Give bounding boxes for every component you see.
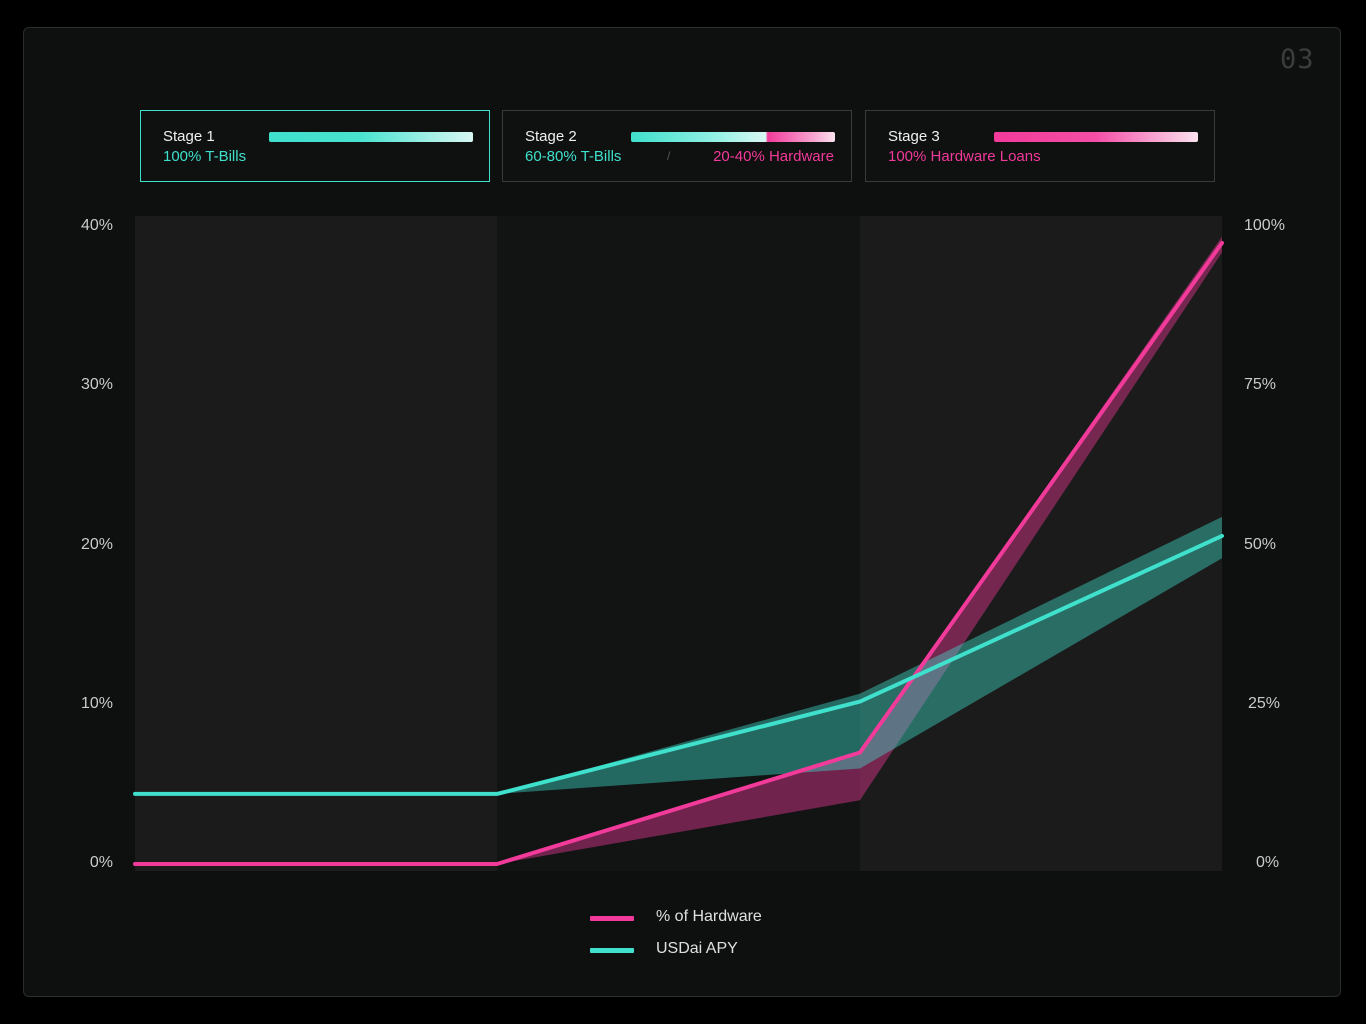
- right-axis-tick: 25%: [1248, 695, 1281, 712]
- right-axis-tick: 0%: [1256, 854, 1280, 871]
- left-axis-tick: 40%: [80, 217, 113, 234]
- left-axis-tick: 30%: [80, 376, 113, 393]
- right-axis-tick: 75%: [1244, 376, 1277, 393]
- legend-label-hardware: % of Hardware: [656, 908, 762, 925]
- legend-label-apy: USDai APY: [656, 940, 738, 957]
- stage-shading-1: [135, 216, 497, 871]
- yield-chart: [133, 216, 1224, 871]
- left-axis-tick: 20%: [80, 536, 113, 553]
- right-axis-tick: 100%: [1244, 217, 1285, 234]
- left-axis-tick: 0%: [89, 854, 113, 871]
- right-axis-tick: 50%: [1244, 536, 1277, 553]
- left-axis-tick: 10%: [80, 695, 113, 712]
- legend-swatch-apy: [590, 948, 634, 953]
- legend-swatch-hardware: [590, 916, 634, 921]
